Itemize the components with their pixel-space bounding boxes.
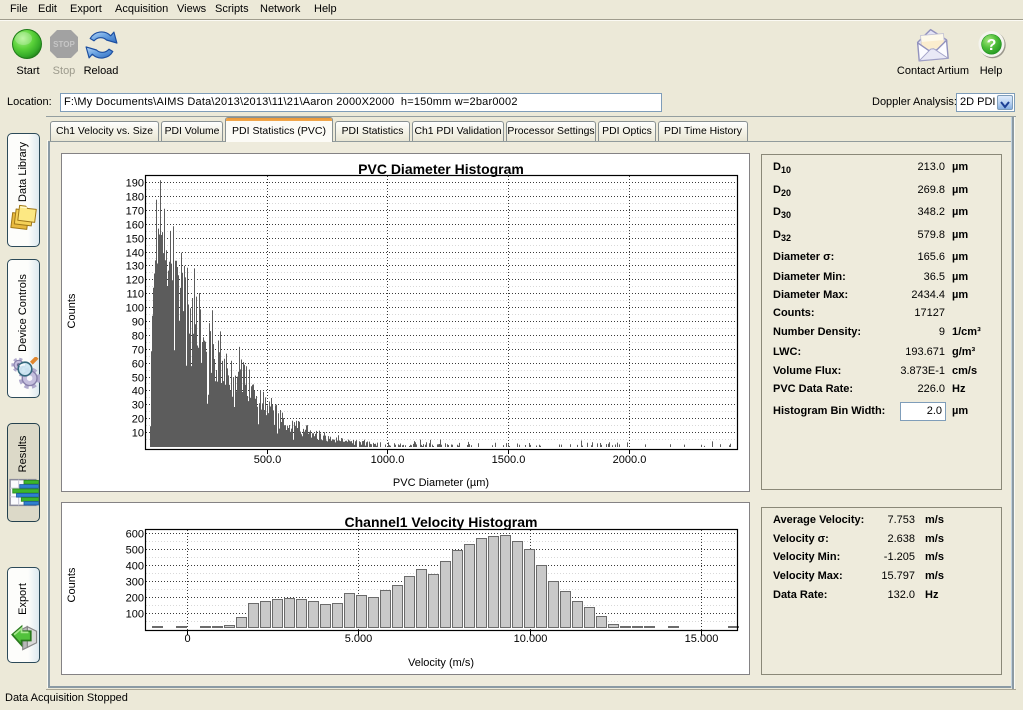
svg-text:10: 10 xyxy=(132,428,144,440)
svg-text:500.0: 500.0 xyxy=(254,454,282,466)
svg-text:50: 50 xyxy=(132,373,144,385)
svg-text:500: 500 xyxy=(126,545,144,557)
svg-text:Velocity (m/s): Velocity (m/s) xyxy=(408,657,474,669)
svg-text:PVC Diameter (µm): PVC Diameter (µm) xyxy=(393,477,489,489)
svg-text:30: 30 xyxy=(132,400,144,412)
svg-text:70: 70 xyxy=(132,345,144,357)
svg-text:5.000: 5.000 xyxy=(345,633,373,645)
svg-text:150: 150 xyxy=(126,234,144,246)
svg-text:60: 60 xyxy=(132,359,144,371)
svg-text:Counts: Counts xyxy=(66,567,78,602)
svg-text:200: 200 xyxy=(126,593,144,605)
svg-text:400: 400 xyxy=(126,561,144,573)
svg-text:40: 40 xyxy=(132,386,144,398)
svg-text:PVC Diameter Histogram: PVC Diameter Histogram xyxy=(358,161,524,177)
svg-text:160: 160 xyxy=(126,220,144,232)
svg-text:100: 100 xyxy=(126,609,144,621)
svg-text:110: 110 xyxy=(126,289,144,301)
svg-text:2000.0: 2000.0 xyxy=(613,454,647,466)
svg-text:Channel1 Velocity Histogram: Channel1 Velocity Histogram xyxy=(345,514,538,530)
svg-text:190: 190 xyxy=(126,178,144,190)
svg-text:20: 20 xyxy=(132,414,144,426)
svg-text:90: 90 xyxy=(132,317,144,329)
svg-text:0: 0 xyxy=(184,633,190,645)
svg-text:Counts: Counts xyxy=(66,293,78,328)
svg-text:100: 100 xyxy=(126,303,144,315)
svg-text:180: 180 xyxy=(126,192,144,204)
svg-text:120: 120 xyxy=(126,275,144,287)
svg-text:140: 140 xyxy=(126,248,144,260)
svg-text:1000.0: 1000.0 xyxy=(371,454,405,466)
svg-text:1500.0: 1500.0 xyxy=(492,454,526,466)
svg-text:170: 170 xyxy=(126,206,144,218)
svg-text:10.000: 10.000 xyxy=(514,633,548,645)
svg-text:80: 80 xyxy=(132,331,144,343)
svg-text:15.000: 15.000 xyxy=(685,633,719,645)
svg-text:300: 300 xyxy=(126,577,144,589)
svg-text:130: 130 xyxy=(126,261,144,273)
svg-text:600: 600 xyxy=(126,529,144,541)
